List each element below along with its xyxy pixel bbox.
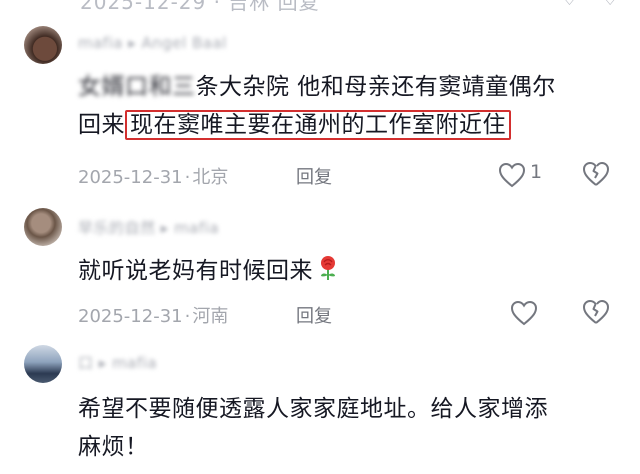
highlighted-text: 现在窦唯主要在通州的工作室附近住	[125, 110, 511, 140]
comment-text: 女婿口和三条大杂院 他和母亲还有窦靖童偶尔 回来 现在窦唯主要在通州的工作室附近住	[78, 68, 618, 144]
like-button[interactable]: 1	[498, 160, 552, 190]
comment-text-line1: 就听说老妈有时候回来	[78, 258, 313, 284]
dislike-button[interactable]	[582, 298, 612, 328]
author-name[interactable]: 口 ▸ mafia	[78, 352, 157, 373]
comment-meta: 2025-12-31 · 北京	[78, 167, 229, 188]
author-name[interactable]: 早乐的自然 ▸ mafia	[78, 217, 219, 238]
broken-heart-icon	[583, 162, 609, 186]
comment-text: 希望不要随便透露人家家庭地址。给人家增添 麻烦！	[78, 390, 618, 466]
comment-date: 2025-12-31	[78, 306, 183, 327]
avatar[interactable]	[24, 345, 62, 383]
comment-text-line2: 麻烦！	[78, 434, 149, 460]
broken-heart-icon	[583, 300, 609, 324]
author-name[interactable]: mafia ▸ Angel Baal	[78, 34, 227, 52]
comment-text-line2-prefix: 回来	[78, 112, 125, 138]
comment-meta: 2025-12-31 · 河南	[78, 306, 229, 327]
previous-comment-footer: 2025-12-29 · 吉林 回复 ♡ ♡	[0, 0, 640, 16]
previous-like-dislike-icons: ♡ ♡	[560, 0, 620, 11]
reply-button[interactable]: 回复	[296, 163, 332, 189]
comment-location: 北京	[192, 167, 229, 188]
comment-text: 就听说老妈有时候回来	[78, 252, 618, 293]
reply-button[interactable]: 回复	[296, 302, 332, 328]
heart-icon	[510, 300, 538, 326]
previous-comment-meta: 2025-12-29 · 吉林 回复	[80, 0, 320, 14]
comment-text-line1: 条大杂院 他和母亲还有窦靖童偶尔	[195, 74, 556, 100]
dislike-button[interactable]	[582, 160, 612, 190]
comment-text-blurred: 女婿口和三	[78, 74, 196, 100]
like-count: 1	[530, 161, 543, 183]
comment-date: 2025-12-31	[78, 167, 183, 188]
avatar[interactable]	[24, 26, 62, 64]
rose-icon	[317, 255, 339, 293]
comment-text-line1: 希望不要随便透露人家家庭地址。给人家增添	[78, 396, 548, 422]
avatar[interactable]	[24, 208, 62, 246]
heart-icon	[498, 162, 526, 188]
like-button[interactable]	[510, 298, 564, 328]
comment-location: 河南	[192, 306, 229, 327]
